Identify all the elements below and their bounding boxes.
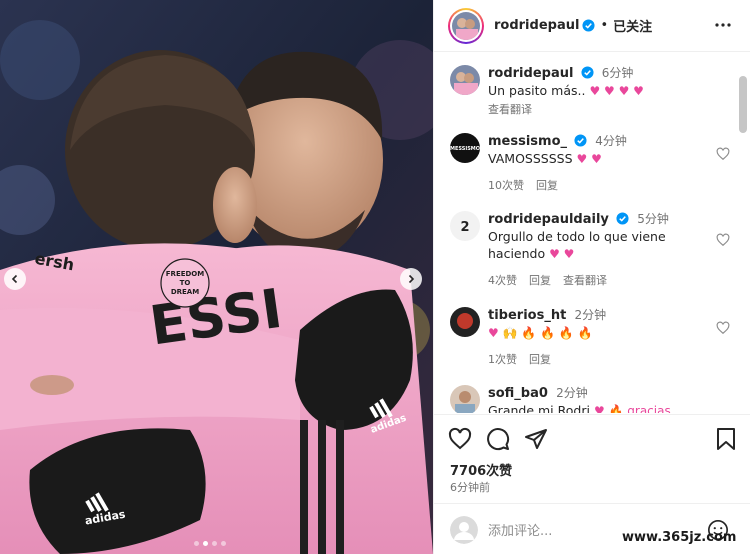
next-photo-button[interactable] [400, 268, 422, 290]
patch-text-1: FREEDOM [166, 270, 204, 278]
reply-button[interactable]: 回复 [529, 351, 551, 367]
comment-item: sofi_ba0 2分钟 Grande mi Rodri ♥ 🔥 gracias [450, 385, 730, 413]
heart-emojis: ♥ ♥ [549, 247, 575, 261]
like-comment-heart-icon[interactable] [716, 321, 730, 335]
current-user-avatar [450, 515, 478, 544]
author-username[interactable]: rodridepaul [494, 18, 579, 33]
user-avatar[interactable] [450, 65, 480, 95]
site-watermark: www.365jz.com [622, 530, 737, 545]
post-time: 6分钟前 [450, 481, 490, 494]
caption-comment: rodridepaul 6分钟 Un pasito más.. ♥ ♥ ♥ ♥ … [450, 65, 730, 117]
carousel-dots [194, 541, 226, 546]
comment-item: MESSISMO messismo_ 4分钟 VAMOSSSSSS ♥ ♥ 10… [450, 133, 730, 193]
header-separator: • [600, 18, 609, 33]
verified-icon [581, 66, 594, 79]
patch-text-2: TO [180, 279, 191, 287]
add-comment-input[interactable]: 添加评论... [488, 520, 552, 539]
see-translation-link[interactable]: 查看翻译 [563, 272, 607, 288]
author-avatar [452, 11, 480, 40]
comment-time: 2分钟 [556, 386, 588, 400]
more-icon[interactable] [714, 16, 732, 34]
heart-emojis: ♥ ♥ ♥ ♥ [589, 84, 644, 98]
verified-icon [616, 212, 629, 225]
comment-likes[interactable]: 10次赞 [488, 177, 524, 193]
post-photo: ESSI FREEDOM TO DREAM ersh adidas adidas [0, 0, 433, 554]
comment-text: Orgullo de todo lo que viene haciendo [488, 229, 666, 261]
previous-photo-button[interactable] [4, 268, 26, 290]
comment-likes[interactable]: 4次赞 [488, 272, 517, 288]
user-avatar[interactable]: MESSISMO [450, 133, 480, 163]
carousel-dot [212, 541, 217, 546]
svg-text:2: 2 [460, 220, 469, 235]
comment-username[interactable]: messismo_ [488, 134, 567, 149]
comment-time: 6分钟 [601, 66, 634, 80]
comment-text: Un pasito más.. [488, 83, 586, 98]
heart-emojis: ♥ 🔥 gracias [593, 404, 671, 413]
comment-username[interactable]: rodridepaul [488, 66, 573, 81]
add-comment-bar: 添加评论... [434, 503, 750, 554]
author-story-ring[interactable] [448, 7, 484, 44]
comment-time: 4分钟 [595, 134, 627, 148]
comment-username[interactable]: rodridepauldaily [488, 212, 609, 227]
patch-text-3: DREAM [171, 288, 199, 296]
comment-text: Grande mi Rodri [488, 403, 590, 413]
user-avatar[interactable] [450, 307, 480, 337]
comments-list[interactable]: rodridepaul 6分钟 Un pasito más.. ♥ ♥ ♥ ♥ … [434, 53, 739, 413]
comment-likes[interactable]: 1次赞 [488, 351, 517, 367]
following-button[interactable]: 已关注 [613, 16, 652, 35]
like-comment-heart-icon[interactable] [716, 233, 730, 247]
comment-time: 5分钟 [637, 212, 669, 226]
photo-illustration: ESSI FREEDOM TO DREAM ersh adidas adidas [0, 0, 433, 554]
comment-username[interactable]: sofi_ba0 [488, 386, 548, 401]
comment-icon[interactable] [486, 427, 510, 451]
comment-text: VAMOSSSSSS [488, 151, 573, 166]
see-translation-link[interactable]: 查看翻译 [488, 101, 532, 117]
user-avatar[interactable]: 2 [450, 211, 480, 241]
share-icon[interactable] [524, 427, 548, 451]
comment-item: 2 rodridepauldaily 5分钟 Orgullo de todo l… [450, 211, 730, 288]
post-side-panel: rodridepaul • 已关注 rodridepaul 6分钟 Un pas… [433, 0, 750, 554]
carousel-dot [194, 541, 199, 546]
like-count[interactable]: 7706次赞 [450, 460, 512, 479]
carousel-dot-active [203, 541, 208, 546]
svg-text:MESSISMO: MESSISMO [450, 146, 480, 152]
heart-emojis: ♥ ♥ [576, 152, 602, 166]
post-header: rodridepaul • 已关注 [434, 0, 750, 52]
comment-username[interactable]: tiberios_ht [488, 308, 566, 323]
reply-button[interactable]: 回复 [536, 177, 558, 193]
comment-time: 2分钟 [574, 308, 607, 322]
chevron-left-icon [11, 274, 18, 284]
verified-icon [574, 134, 587, 147]
chevron-right-icon [408, 274, 415, 284]
heart-emojis: ♥ 🙌 🔥 🔥 🔥 🔥 [488, 326, 593, 340]
carousel-dot [221, 541, 226, 546]
user-avatar[interactable] [450, 385, 480, 413]
bookmark-icon[interactable] [715, 427, 737, 451]
heart-icon[interactable] [448, 427, 472, 451]
reply-button[interactable]: 回复 [529, 272, 551, 288]
comments-scrollbar[interactable] [739, 76, 747, 133]
verified-icon [582, 19, 595, 32]
comment-item: tiberios_ht 2分钟 ♥ 🙌 🔥 🔥 🔥 🔥 1次赞 回复 [450, 307, 730, 367]
like-comment-heart-icon[interactable] [716, 147, 730, 161]
action-bar [448, 427, 737, 453]
